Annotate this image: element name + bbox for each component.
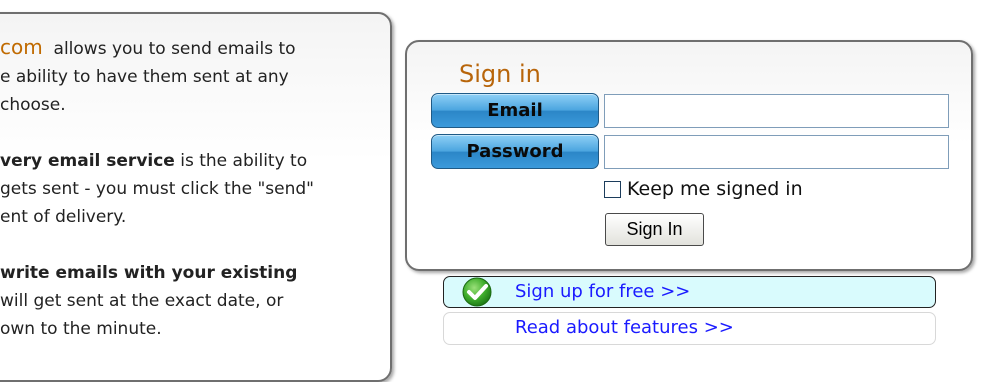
email-field[interactable] — [604, 94, 949, 128]
info-paragraph-3: write emails with your existing will get… — [0, 259, 390, 343]
password-label: Password — [431, 134, 599, 169]
brand-name: com — [0, 35, 43, 59]
info-p2-line1: is the ability to — [180, 151, 308, 171]
signin-title: Sign in — [459, 60, 541, 88]
info-p3-line2: will get sent at the exact date, or — [0, 291, 284, 311]
info-p2-line3: ent of delivery. — [0, 207, 127, 227]
features-link[interactable]: Read about features >> — [515, 317, 734, 338]
keep-signed-in-row[interactable]: Keep me signed in — [604, 178, 803, 200]
features-bar[interactable]: Read about features >> — [443, 312, 936, 345]
info-p1-line1: allows you to send emails to — [53, 39, 296, 59]
password-field[interactable] — [604, 135, 949, 169]
signup-bar[interactable]: Sign up for free >> — [443, 276, 936, 308]
signup-link[interactable]: Sign up for free >> — [515, 281, 690, 302]
email-label: Email — [431, 93, 599, 128]
info-p1-line2: e ability to have them sent at any — [0, 67, 289, 87]
info-p1-line3: choose. — [0, 95, 66, 115]
info-paragraph-2: very email service is the ability to get… — [0, 147, 390, 231]
info-p2-bold: very email service — [0, 151, 175, 171]
signin-button[interactable]: Sign In — [605, 213, 704, 246]
info-text: com allows you to send emails to e abili… — [0, 33, 390, 371]
info-paragraph-1: com allows you to send emails to e abili… — [0, 33, 390, 119]
green-check-icon — [462, 277, 492, 307]
keep-signed-in-label[interactable]: Keep me signed in — [627, 178, 803, 200]
keep-signed-in-checkbox[interactable] — [604, 180, 621, 198]
info-p2-line2: gets sent - you must click the "send" — [0, 179, 314, 199]
info-p3-line3: own to the minute. — [0, 319, 162, 339]
signin-panel: Sign in Email Password Keep me signed in… — [405, 40, 973, 271]
info-p3-bold: write emails with your existing — [0, 263, 298, 283]
